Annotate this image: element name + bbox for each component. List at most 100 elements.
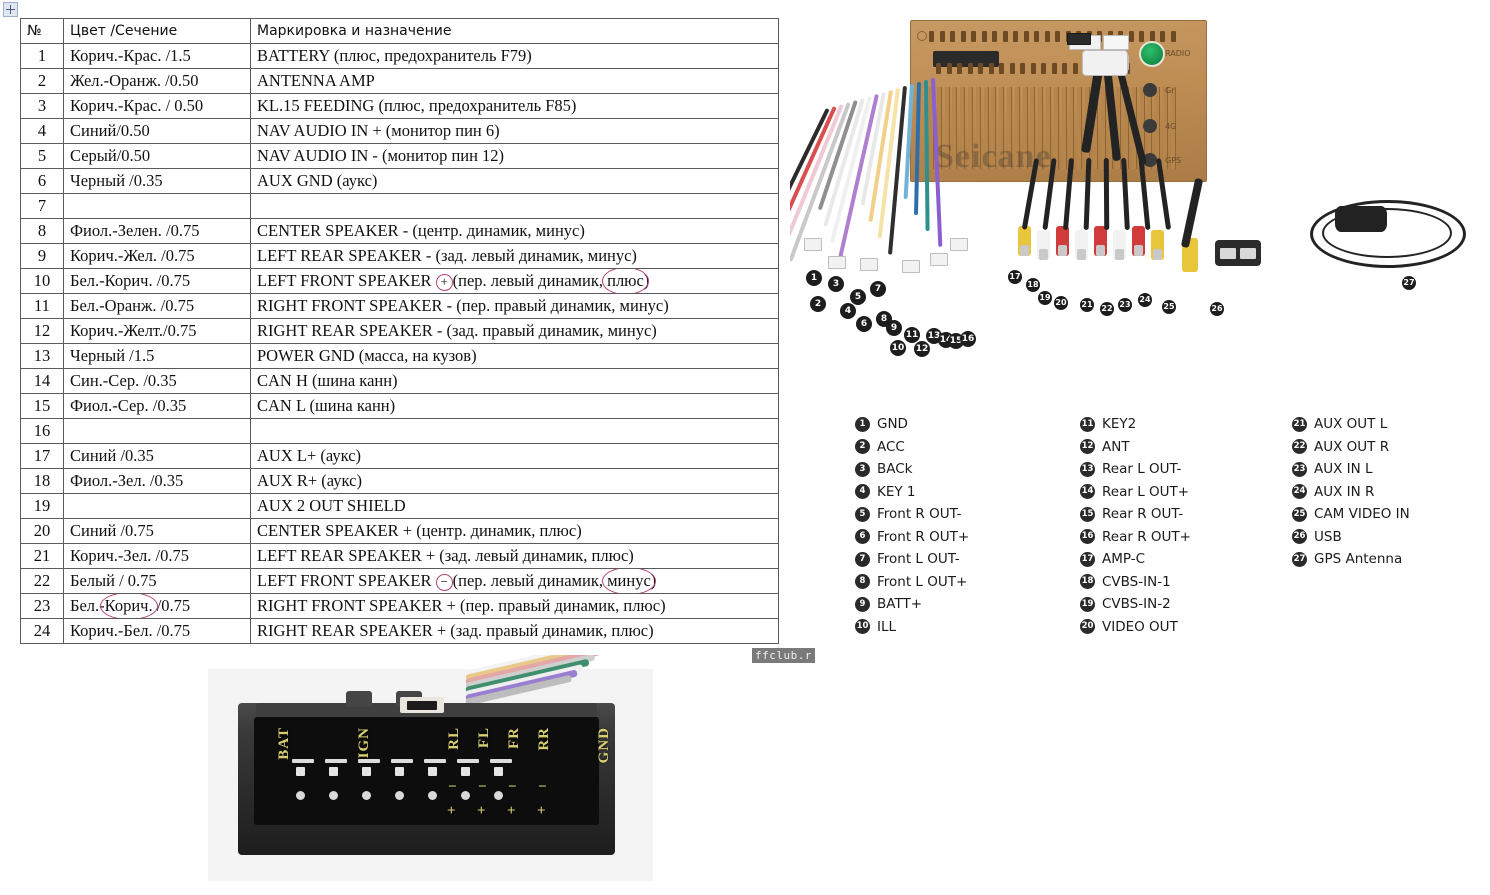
pin-label: ANT: [1102, 438, 1130, 455]
cell-marking-purpose: LEFT FRONT SPEAKER − (пер. левый динамик,…: [250, 568, 779, 594]
pin-number-badge: 7: [855, 551, 870, 567]
pin-legend-item: 11 KEY2: [1080, 413, 1191, 436]
connector-slot-bar: [325, 759, 347, 763]
connector-pin-bottom: [296, 791, 305, 800]
pin-label: GND: [877, 416, 908, 433]
table-row: 1 Корич.-Крас. /1.5 BATTERY (плюс, предохр…: [20, 43, 779, 69]
connector-pin-bottom: [494, 791, 503, 800]
cell-color-section: Корич.-Крас. /1.5: [63, 43, 251, 69]
harness-callout-badge: 27: [1402, 276, 1416, 290]
pin-number-badge: 16: [1080, 529, 1095, 545]
pin-label: Rear L OUT-: [1102, 461, 1182, 478]
table-row: 19 AUX 2 OUT SHIELD: [20, 493, 779, 519]
connector-pin-top: [296, 767, 305, 776]
harness-callout-badge: 10: [890, 340, 906, 356]
chassis-screw-icon: [917, 31, 927, 41]
heatsink-fin: [1100, 87, 1105, 169]
chassis-jack-gr: [1143, 83, 1157, 97]
pin-legend-item: 14 Rear L OUT+: [1080, 481, 1191, 504]
pin-number-badge: 20: [1080, 619, 1095, 635]
rca-connector: [1094, 226, 1107, 256]
pin-label: VIDEO OUT: [1102, 618, 1178, 635]
table-row: 22 Белый / 0.75 LEFT FRONT SPEAKER − (пер. …: [20, 568, 779, 594]
connector-pin-top: [461, 767, 470, 776]
cell-color-section: Белый / 0.75: [63, 568, 251, 594]
table-row: 16: [20, 418, 779, 444]
cell-color-section: Жел.-Оранж. /0.50: [63, 68, 251, 94]
circled-annotation-polarity-word: плюс: [602, 269, 649, 293]
cell-color-section: [63, 418, 251, 444]
pin-legend-item: 10 ILL: [855, 616, 969, 639]
table-move-handle-icon[interactable]: [3, 2, 18, 17]
pin-label: BACk: [877, 461, 913, 478]
connector-sign-minus: −: [448, 779, 457, 795]
table-row: 5 Серый/0.50 NAV AUDIO IN - (монитор пин 1…: [20, 143, 779, 169]
pin-number-badge: 23: [1292, 461, 1307, 477]
cell-marking-purpose: AUX R+ (аукс): [250, 468, 779, 494]
cell-marking-purpose: BATTERY (плюс, предохранитель F79): [250, 43, 779, 69]
cell-marking-purpose: CAN L (шина канн): [250, 393, 779, 419]
pin-label: CVBS-IN-1: [1102, 573, 1171, 590]
cell-number: 13: [20, 343, 64, 369]
cell-marking-purpose: POWER GND (масса, на кузов): [250, 343, 779, 369]
polarity-symbol-circled: +: [435, 273, 453, 291]
table-header-row: № Цвет /Сечение Маркировка и назначение: [20, 18, 779, 44]
document-page: № Цвет /Сечение Маркировка и назначение …: [0, 0, 1490, 895]
connector-pin-top: [494, 767, 503, 776]
pin-label: AUX OUT L: [1314, 416, 1388, 433]
chassis-label-4g: 4G: [1165, 122, 1177, 131]
vent-slot: [978, 63, 983, 74]
table-row: 7: [20, 193, 779, 219]
head-unit-product-photo: RADIO Gr 4G GPS Seicane 1 2 3 4 5 6 7 8 9 10 11 12 1…: [790, 8, 1485, 363]
cell-color-section: Фиол.-Зел. /0.35: [63, 468, 251, 494]
pin-legend-item: 9 BATT+: [855, 593, 969, 616]
connector-pin-top: [428, 767, 437, 776]
rca-barrel: [1077, 249, 1086, 260]
pin-number-badge: 12: [1080, 439, 1095, 455]
connector-slot-bar: [358, 759, 380, 763]
pin-number-badge: 6: [855, 529, 870, 545]
pin-legend-item: 26 USB: [1292, 526, 1410, 549]
table-row: 3 Корич.-Крас. / 0.50 KL.15 FEEDING (плюс,…: [20, 93, 779, 119]
connector-label-gnd: GND: [596, 727, 612, 764]
vent-slot: [971, 31, 976, 42]
harness-callout-badge: 17: [1008, 270, 1022, 284]
harness-callout-badge: 4: [840, 303, 856, 319]
desc-prefix: LEFT FRONT SPEAKER: [257, 571, 432, 590]
harness-callout-badge: 12: [914, 341, 930, 357]
cell-color-section: Черный /1.5: [63, 343, 251, 369]
vent-slot: [960, 31, 966, 42]
rca-barrel: [1153, 249, 1162, 260]
pin-legend-column-1: 1 GND 2 ACC 3 BACk 4 KEY 1 5 Front R OUT- 6 Front R…: [855, 413, 969, 638]
connector-sign-minus: −: [538, 779, 547, 795]
usb-dual-port-head: [1215, 240, 1261, 266]
pin-legend-item: 27 GPS Antenna: [1292, 548, 1410, 571]
pin-legend-item: 18 CVBS-IN-1: [1080, 571, 1191, 594]
pin-legend-item: 17 AMP-C: [1080, 548, 1191, 571]
wire-inline-connector: [930, 253, 948, 266]
table-row: 11 Бел.-Оранж. /0.75 RIGHT FRONT SPEAKER -…: [20, 293, 779, 319]
cell-marking-purpose: CAN H (шина канн): [250, 368, 779, 394]
cell-marking-purpose: LEFT REAR SPEAKER + (зад. левый динамик,…: [250, 543, 779, 569]
cell-color-section: Корич.-Бел. /0.75: [63, 618, 251, 644]
cell-number: 24: [20, 618, 64, 644]
chassis-label-radio: RADIO: [1165, 49, 1191, 58]
pin-label: Front L OUT+: [877, 573, 968, 590]
rca-barrel: [1134, 245, 1143, 256]
pin-number-badge: 18: [1080, 574, 1095, 590]
cell-number: 4: [20, 118, 64, 144]
cell-marking-purpose: LEFT REAR SPEAKER - (зад. левый динамик,…: [250, 243, 779, 269]
pin-legend-item: 21 AUX OUT L: [1292, 413, 1410, 436]
cell-number: 20: [20, 518, 64, 544]
pin-number-badge: 11: [1080, 416, 1095, 432]
connector-label-bat: BAT: [276, 727, 292, 760]
pin-legend-item: 19 CVBS-IN-2: [1080, 593, 1191, 616]
rca-barrel: [1020, 245, 1029, 256]
pin-label: AMP-C: [1102, 551, 1146, 568]
iso-connector-photo: BAT IGN RL FL FR RR GND − + − + − + − +: [208, 655, 653, 893]
wiring-table: № Цвет /Сечение Маркировка и назначение …: [20, 18, 779, 644]
circled-annotation-polarity-word: минус: [602, 569, 656, 593]
pin-number-badge: 1: [855, 416, 870, 432]
vent-slot: [957, 63, 962, 74]
pin-legend-item: 5 Front R OUT-: [855, 503, 969, 526]
